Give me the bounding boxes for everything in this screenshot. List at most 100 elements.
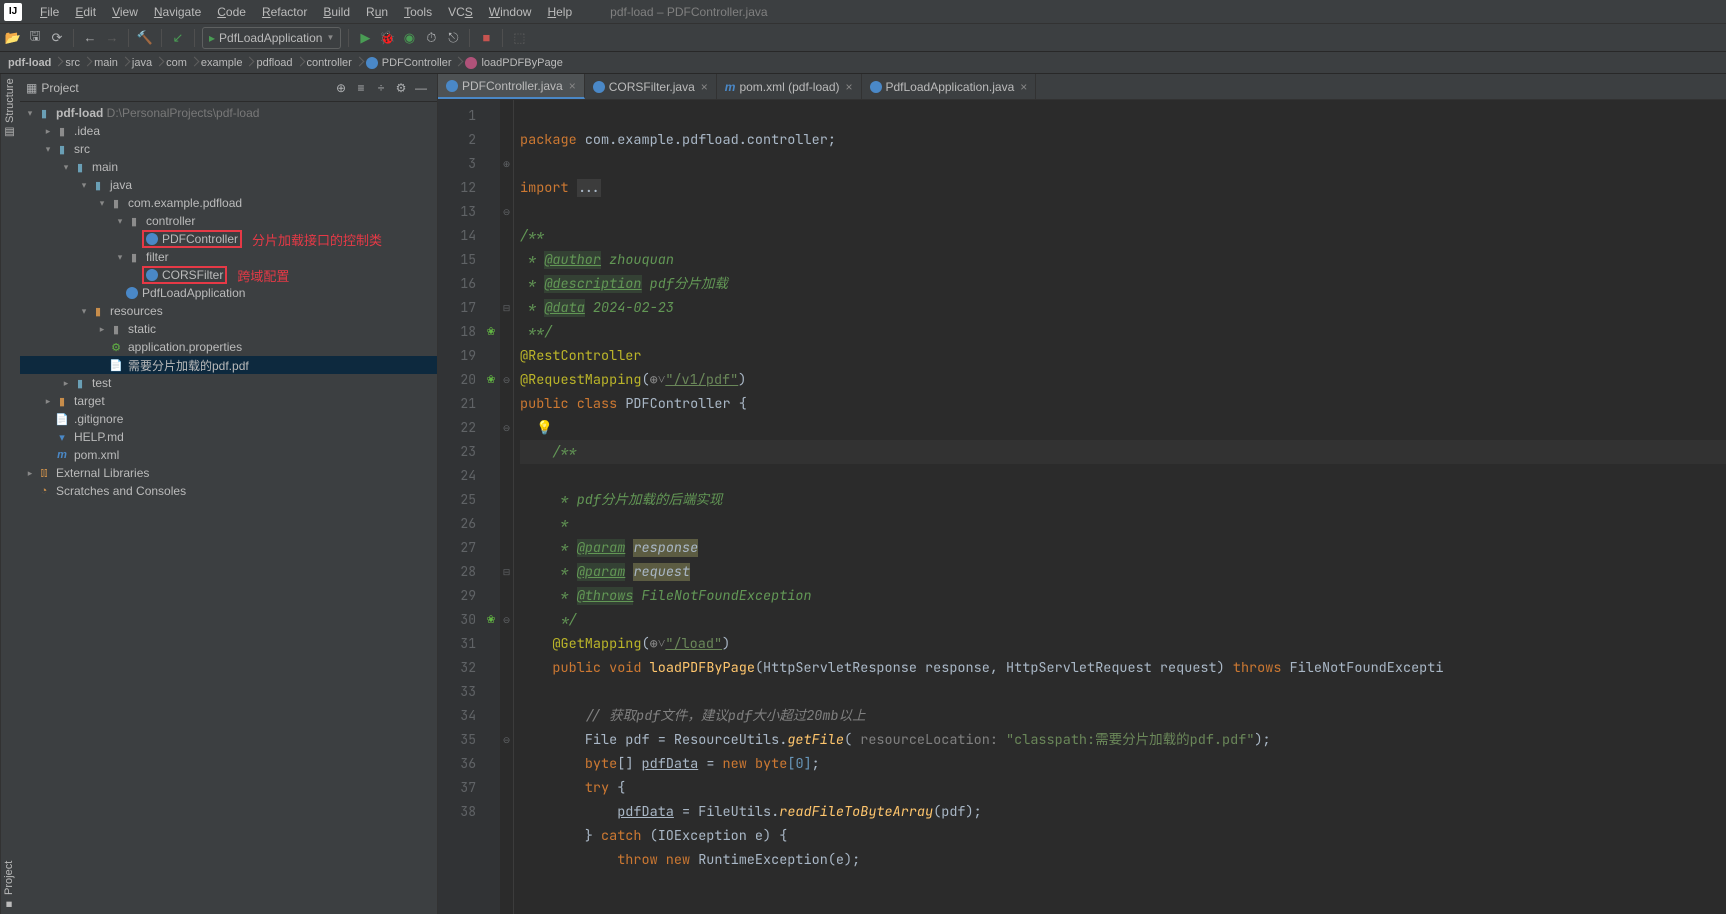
menu-vcs[interactable]: VCS	[440, 3, 481, 21]
bc-example[interactable]: example	[193, 55, 249, 71]
annotation-2: 跨域配置	[237, 266, 289, 285]
close-icon[interactable]: ×	[569, 79, 576, 93]
tab-corsfilter[interactable]: CORSFilter.java×	[585, 74, 717, 99]
menu-tools[interactable]: Tools	[396, 3, 440, 21]
close-icon[interactable]: ×	[701, 80, 708, 94]
tree-root[interactable]: ▾▮pdf-load D:\PersonalProjects\pdf-load	[20, 104, 437, 122]
tree-idea[interactable]: ▸▮.idea	[20, 122, 437, 140]
folder-icon: ▮	[108, 323, 124, 336]
close-icon[interactable]: ×	[845, 80, 852, 94]
settings-icon[interactable]: ⚙	[391, 81, 411, 95]
maven-icon: m	[725, 80, 736, 94]
tree-resources[interactable]: ▾▮resources	[20, 302, 437, 320]
project-tree[interactable]: ▾▮pdf-load D:\PersonalProjects\pdf-load …	[20, 102, 437, 914]
tree-static[interactable]: ▸▮static	[20, 320, 437, 338]
tab-applicationjava[interactable]: PdfLoadApplication.java×	[862, 74, 1037, 99]
fold-open-icon[interactable]: ⊖	[500, 368, 513, 392]
back-icon[interactable]: ←	[81, 29, 99, 47]
attach-icon[interactable]: ⎋	[444, 29, 462, 47]
menu-help[interactable]: Help	[539, 3, 580, 21]
debug-icon[interactable]: 🐞	[378, 29, 396, 47]
menu-bar: IJ File Edit View Navigate Code Refactor…	[0, 0, 1726, 24]
menu-code[interactable]: Code	[209, 3, 254, 21]
bc-controller[interactable]: controller	[299, 55, 358, 71]
fold-icon[interactable]: ⊕	[500, 152, 513, 176]
tree-filter[interactable]: ▾▮filter	[20, 248, 437, 266]
fold-close-icon[interactable]: ⊟	[500, 296, 513, 320]
tree-pdfcontroller[interactable]: PDFController 分片加载接口的控制类	[20, 230, 437, 248]
fold-open-icon[interactable]: ⊖	[500, 200, 513, 224]
tree-target[interactable]: ▸▮target	[20, 392, 437, 410]
code-text[interactable]: package com.example.pdfload.controller; …	[514, 100, 1726, 914]
spring-endpoint-icon[interactable]: ❀	[482, 608, 500, 632]
locate-icon[interactable]: ⊕	[331, 81, 351, 95]
fold-open-icon[interactable]: ⊖	[500, 416, 513, 440]
tree-test[interactable]: ▸▮test	[20, 374, 437, 392]
tree-pom[interactable]: mpom.xml	[20, 446, 437, 464]
run-icon[interactable]: ▶	[356, 29, 374, 47]
fold-open-icon[interactable]: ⊖	[500, 608, 513, 632]
tree-app[interactable]: PdfLoadApplication	[20, 284, 437, 302]
bc-class[interactable]: PDFController	[358, 55, 458, 71]
menu-window[interactable]: Window	[481, 3, 540, 21]
spring-bean-icon[interactable]: ❀	[482, 320, 500, 344]
tree-controller[interactable]: ▾▮controller	[20, 212, 437, 230]
forward-icon[interactable]: →	[103, 29, 121, 47]
tree-extlib[interactable]: ▸⫾⫾External Libraries	[20, 464, 437, 482]
bc-src[interactable]: src	[57, 55, 86, 71]
menu-file[interactable]: File	[32, 3, 67, 21]
tab-pdfcontroller[interactable]: PDFController.java×	[438, 74, 585, 99]
add-config-icon[interactable]: ↙	[169, 29, 187, 47]
fold-close-icon[interactable]: ⊟	[500, 560, 513, 584]
tab-pom[interactable]: mpom.xml (pdf-load)×	[717, 74, 862, 99]
stop-icon[interactable]: ■	[477, 29, 495, 47]
package-icon: ▮	[108, 197, 124, 210]
tree-corsfilter[interactable]: CORSFilter 跨域配置	[20, 266, 437, 284]
collapse-icon[interactable]: ÷	[371, 81, 391, 95]
profile-icon[interactable]: ⏱	[422, 29, 440, 47]
git-icon[interactable]: ⬚	[510, 29, 528, 47]
close-icon[interactable]: ×	[1020, 80, 1027, 94]
tree-gitignore[interactable]: 📄.gitignore	[20, 410, 437, 428]
coverage-icon[interactable]: ◉	[400, 29, 418, 47]
separator	[194, 29, 195, 47]
bc-java[interactable]: java	[124, 55, 158, 71]
tree-main[interactable]: ▾▮main	[20, 158, 437, 176]
hammer-icon[interactable]: 🔨	[136, 29, 154, 47]
expand-icon[interactable]: ≡	[351, 81, 371, 95]
bulb-icon[interactable]: 💡	[536, 419, 553, 437]
tree-pdffile[interactable]: 📄需要分片加载的pdf.pdf	[20, 356, 437, 374]
sidebar-tab-project[interactable]: ■ Project	[3, 861, 18, 910]
tree-helpmd[interactable]: ▾HELP.md	[20, 428, 437, 446]
menu-view[interactable]: View	[104, 3, 146, 21]
tree-scratches[interactable]: ◔Scratches and Consoles	[20, 482, 437, 500]
method-icon	[465, 57, 477, 69]
sync-icon[interactable]: ⟳	[48, 29, 66, 47]
save-icon[interactable]: 🖫	[26, 29, 44, 47]
tree-pkg[interactable]: ▾▮com.example.pdfload	[20, 194, 437, 212]
bc-root[interactable]: pdf-load	[0, 55, 57, 71]
tree-java[interactable]: ▾▮java	[20, 176, 437, 194]
bc-com[interactable]: com	[158, 55, 193, 71]
spring-endpoint-icon[interactable]: ❀	[482, 368, 500, 392]
menu-run[interactable]: Run	[358, 3, 396, 21]
menu-refactor[interactable]: Refactor	[254, 3, 315, 21]
menu-navigate[interactable]: Navigate	[146, 3, 209, 21]
fold-open-icon[interactable]: ⊖	[500, 728, 513, 752]
file-icon: 📄	[54, 413, 70, 426]
menu-build[interactable]: Build	[315, 3, 358, 21]
pdf-file-icon: 📄	[108, 359, 124, 372]
bc-method[interactable]: loadPDFByPage	[457, 55, 568, 71]
run-configuration-dropdown[interactable]: ▸ PdfLoadApplication ▼	[202, 27, 341, 49]
bc-pdfload[interactable]: pdfload	[248, 55, 298, 71]
tree-src[interactable]: ▾▮src	[20, 140, 437, 158]
hide-icon[interactable]: —	[411, 81, 431, 95]
tree-appprops[interactable]: ⚙application.properties	[20, 338, 437, 356]
project-tool-window: ▦ Project ⊕ ≡ ÷ ⚙ — ▾▮pdf-load D:\Person…	[20, 74, 438, 914]
sidebar-tab-structure[interactable]: ▤ Structure	[3, 78, 18, 139]
code-editor[interactable]: 1231213141516171819202122232425262728293…	[438, 100, 1726, 914]
bc-main[interactable]: main	[86, 55, 124, 71]
main-area: ■ Project ▤ Structure ▦ Project ⊕ ≡ ÷ ⚙ …	[0, 74, 1726, 914]
open-icon[interactable]: 📂	[4, 29, 22, 47]
menu-edit[interactable]: Edit	[67, 3, 104, 21]
